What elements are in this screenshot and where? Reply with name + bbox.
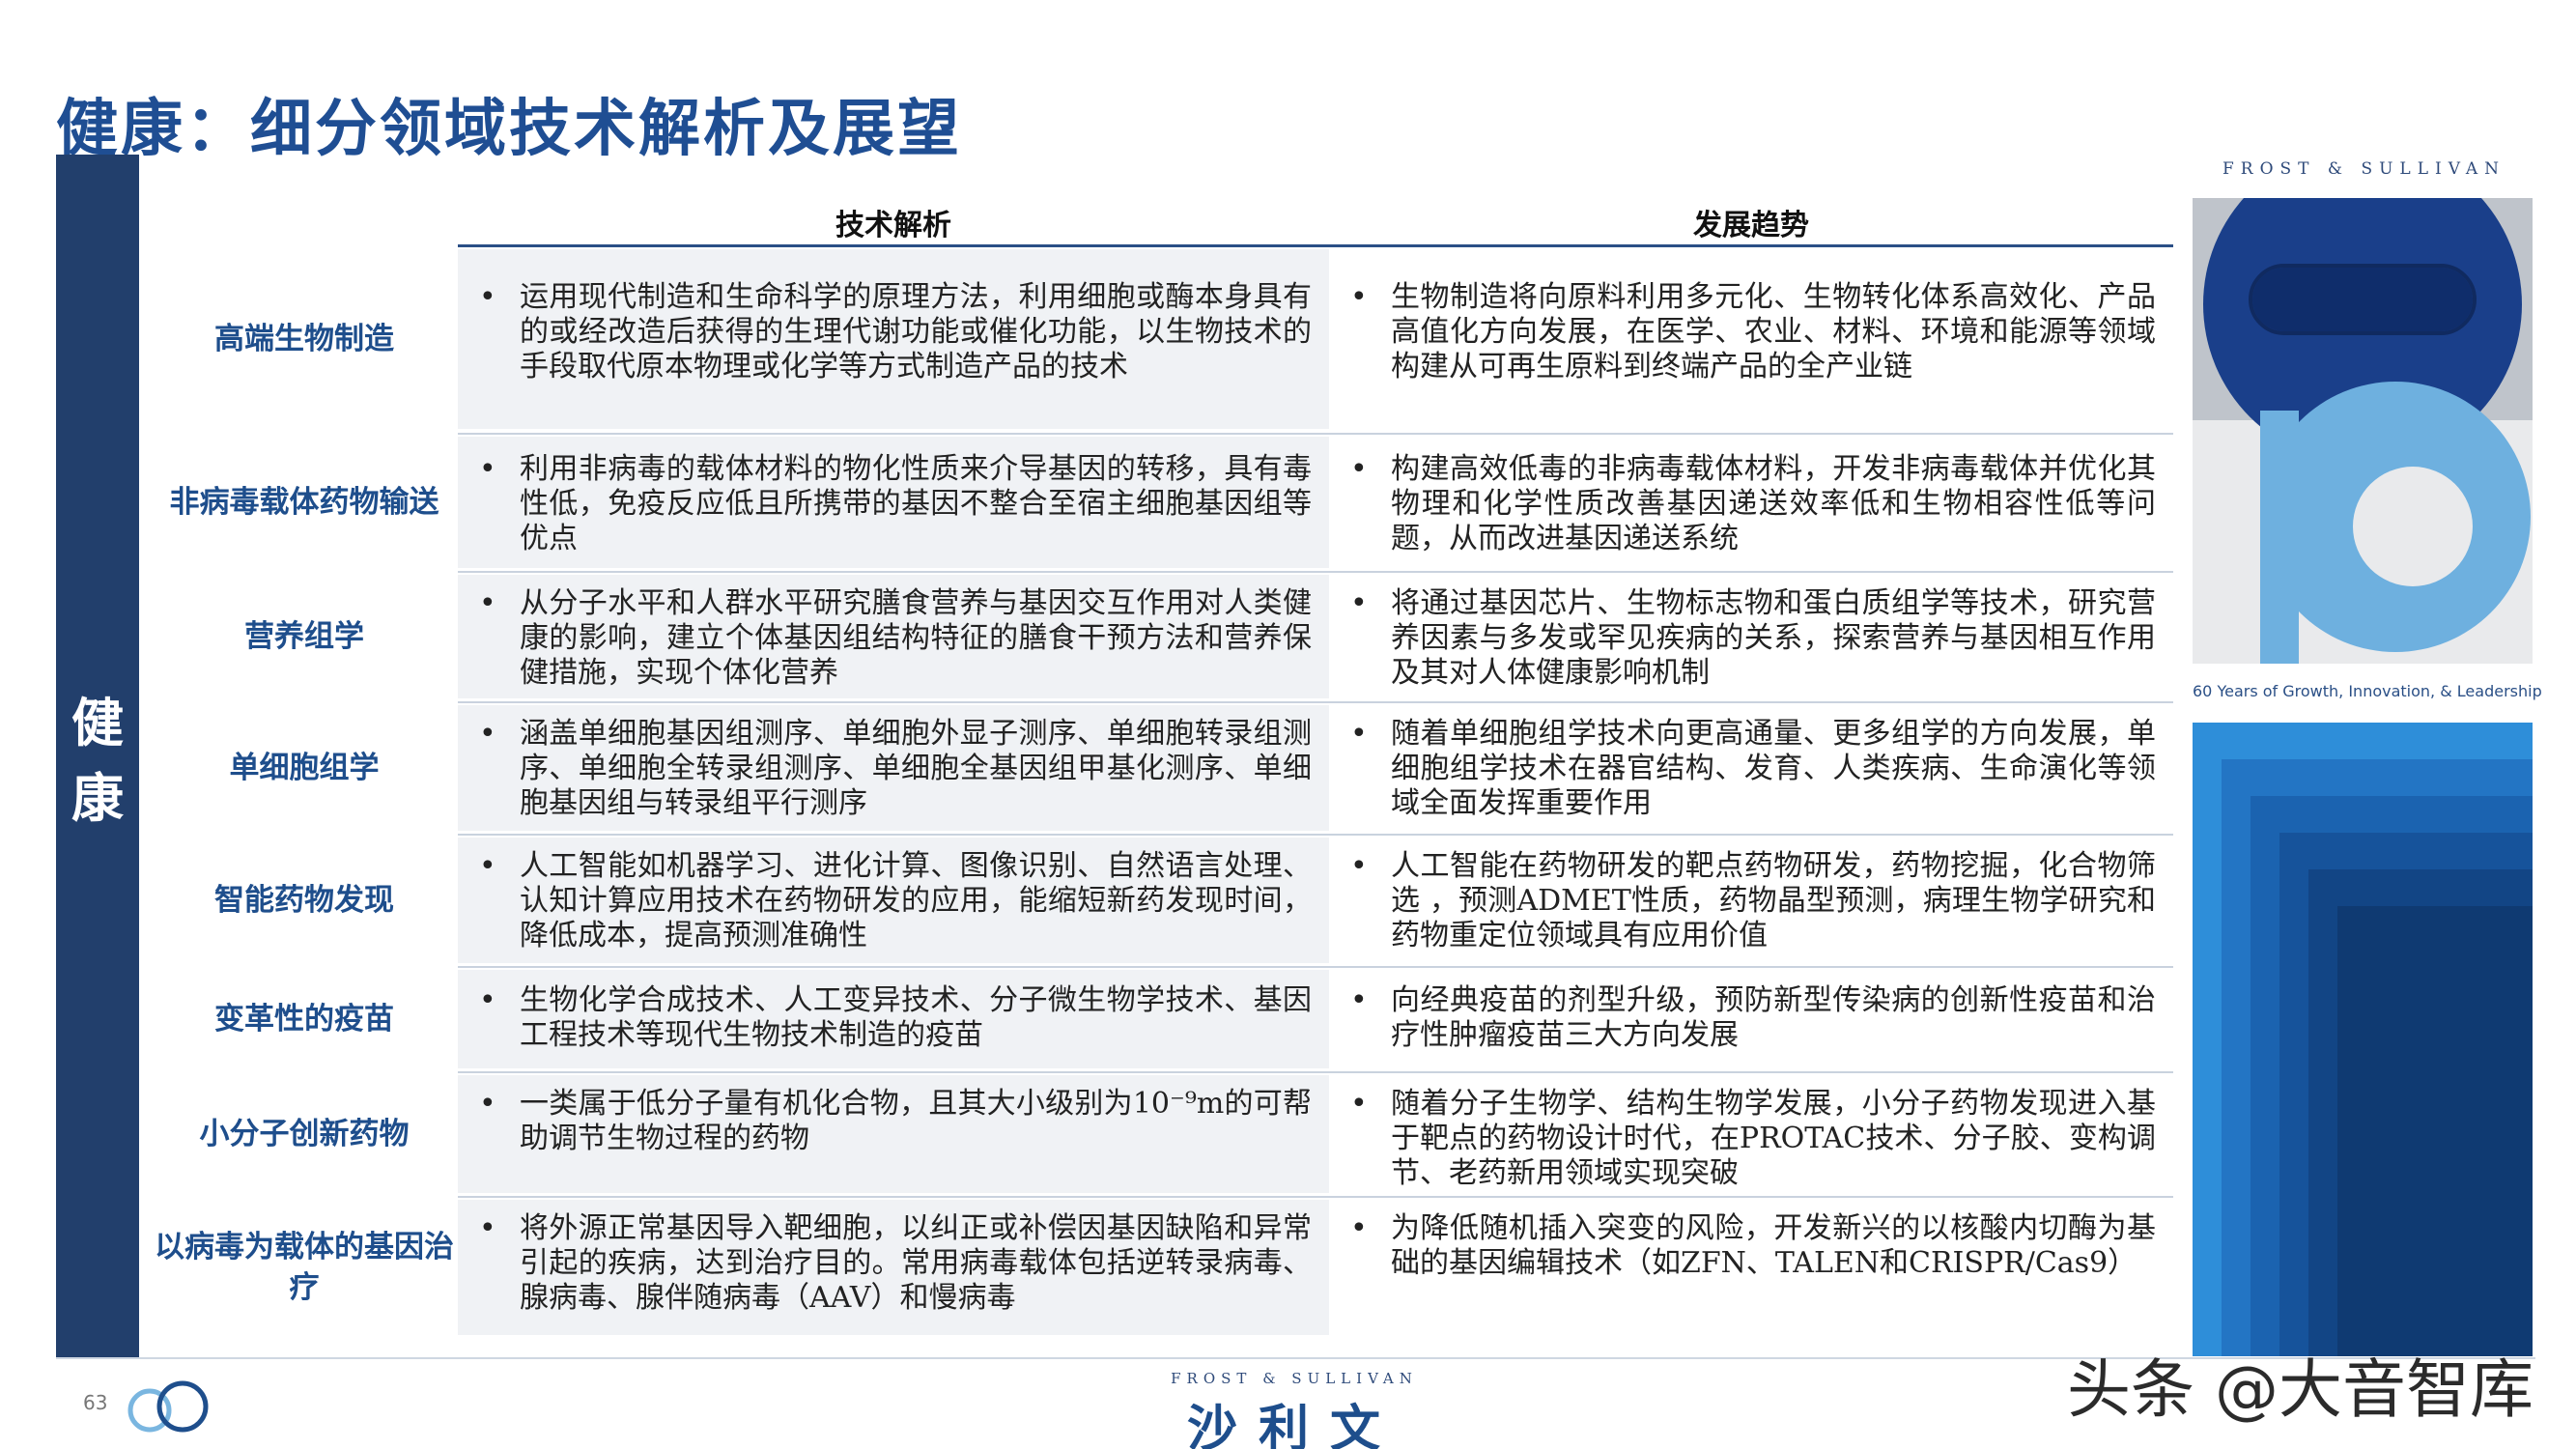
row-label: 高端生物制造 bbox=[214, 322, 394, 356]
row-divider bbox=[458, 433, 2173, 435]
table-cell-trend: • 构建高效低毒的非病毒载体材料，开发非病毒载体并优化其物理和化学性质改善基因递… bbox=[1329, 437, 2173, 568]
art-six-hole bbox=[2353, 467, 2473, 586]
table-cell-trend: • 向经典疫苗的剂型升级，预防新型传染病的创新性疫苗和治疗性肿瘤疫苗三大方向发展 bbox=[1329, 970, 2173, 1068]
cell-text: 随着单细胞组学技术向更高通量、更多组学的方向发展，单细胞组学技术在器官结构、发育… bbox=[1391, 717, 2156, 820]
cell-text: 利用非病毒的载体材料的物化性质来介导基因的转移，具有毒性低，免疫反应低且所携带的… bbox=[520, 452, 1312, 555]
bullet-icon: • bbox=[479, 849, 496, 883]
column-header-trend: 发展趋势 bbox=[1693, 209, 1809, 242]
column-header-analysis: 技术解析 bbox=[835, 209, 951, 242]
table-cell-trend: • 人工智能在药物研发的靶点药物研发，药物挖掘，化合物筛选 ，预测ADMET性质… bbox=[1329, 838, 2173, 963]
row-label: 单细胞组学 bbox=[229, 751, 380, 785]
art-six-stem bbox=[2260, 411, 2299, 664]
table-cell-analysis: • 从分子水平和人群水平研究膳食营养与基因交互作用对人类健康的影响，建立个体基因… bbox=[458, 575, 1329, 698]
row-label: 非病毒载体药物输送 bbox=[169, 485, 439, 520]
table-cell-analysis: • 运用现代制造和生命科学的原理方法，利用细胞或酶本身具有的或经改造后获得的生理… bbox=[458, 249, 1329, 429]
table-cell-analysis: • 一类属于低分子量有机化合物，且其大小级别为10⁻⁹m的可帮助调节生物过程的药… bbox=[458, 1075, 1329, 1193]
bullet-icon: • bbox=[1350, 586, 1368, 620]
bullet-icon: • bbox=[479, 1087, 496, 1121]
cell-text: 向经典疫苗的剂型升级，预防新型传染病的创新性疫苗和治疗性肿瘤疫苗三大方向发展 bbox=[1391, 983, 2156, 1052]
sidebar-label-text: 健康 bbox=[71, 693, 124, 829]
table-cell-trend: • 随着单细胞组学技术向更高通量、更多组学的方向发展，单细胞组学技术在器官结构、… bbox=[1329, 705, 2173, 831]
cell-text: 从分子水平和人群水平研究膳食营养与基因交互作用对人类健康的影响，建立个体基因组结… bbox=[520, 586, 1312, 690]
row-divider bbox=[458, 834, 2173, 836]
table-cell-trend: • 为降低随机插入突变的风险，开发新兴的以核酸内切酶为基础的基因编辑技术（如ZF… bbox=[1329, 1200, 2173, 1335]
cell-text: 生物制造将向原料利用多元化、生物转化体系高效化、产品高值化方向发展，在医学、农业… bbox=[1391, 280, 2156, 384]
cell-text: 运用现代制造和生命科学的原理方法，利用细胞或酶本身具有的或经改造后获得的生理代谢… bbox=[520, 280, 1312, 384]
row-label: 营养组学 bbox=[244, 619, 364, 654]
sixty-logo-art bbox=[2193, 198, 2533, 664]
bullet-icon: • bbox=[479, 452, 496, 486]
art-zero-inner bbox=[2252, 268, 2473, 331]
bullet-icon: • bbox=[1350, 452, 1368, 486]
bullet-icon: • bbox=[1350, 1211, 1368, 1245]
table-cell-analysis: • 利用非病毒的载体材料的物化性质来介导基因的转移，具有毒性低，免疫反应低且所携… bbox=[458, 437, 1329, 568]
sidebar-label: 健康 bbox=[56, 686, 139, 837]
frost-sullivan-wordmark: FROST & SULLIVAN bbox=[2222, 159, 2505, 179]
row-divider bbox=[458, 571, 2173, 573]
row-label: 智能药物发现 bbox=[214, 883, 394, 918]
bullet-icon: • bbox=[1350, 849, 1368, 883]
row-label: 小分子创新药物 bbox=[199, 1117, 410, 1151]
header-divider bbox=[458, 244, 2173, 247]
table-cell-trend: • 将通过基因芯片、生物标志物和蛋白质组学等技术，研究营养因素与多发或罕见疾病的… bbox=[1329, 575, 2173, 698]
row-divider bbox=[458, 1071, 2173, 1073]
cell-text: 涵盖单细胞基因组测序、单细胞外显子测序、单细胞转录组测序、单细胞全转录组测序、单… bbox=[520, 717, 1312, 820]
row-divider bbox=[458, 701, 2173, 703]
cell-text: 为降低随机插入突变的风险，开发新兴的以核酸内切酶为基础的基因编辑技术（如ZFN、… bbox=[1391, 1211, 2156, 1280]
table-cell-analysis: • 生物化学合成技术、人工变异技术、分子微生物学技术、基因工程技术等现代生物技术… bbox=[458, 970, 1329, 1068]
bullet-icon: • bbox=[479, 1211, 496, 1245]
stack-layer bbox=[2337, 906, 2533, 1356]
bullet-icon: • bbox=[1350, 983, 1368, 1017]
bullet-icon: • bbox=[479, 983, 496, 1017]
page-number: 63 bbox=[83, 1391, 108, 1414]
cell-text: 生物化学合成技术、人工变异技术、分子微生物学技术、基因工程技术等现代生物技术制造… bbox=[520, 983, 1312, 1052]
table-cell-analysis: • 涵盖单细胞基因组测序、单细胞外显子测序、单细胞转录组测序、单细胞全转录组测序… bbox=[458, 705, 1329, 831]
table-cell-trend: • 生物制造将向原料利用多元化、生物转化体系高效化、产品高值化方向发展，在医学、… bbox=[1329, 249, 2173, 429]
bullet-icon: • bbox=[1350, 717, 1368, 751]
row-label: 变革性的疫苗 bbox=[214, 1002, 394, 1037]
row-label: 以病毒为载体的基因治疗 bbox=[155, 1230, 454, 1305]
bullet-icon: • bbox=[479, 280, 496, 314]
cell-text: 一类属于低分子量有机化合物，且其大小级别为10⁻⁹m的可帮助调节生物过程的药物 bbox=[520, 1087, 1312, 1155]
blue-gradient-stack bbox=[2193, 723, 2533, 1356]
watermark-text: 头条 @大音智库 bbox=[2067, 1352, 2534, 1427]
cell-text: 随着分子生物学、结构生物学发展，小分子药物发现进入基于靶点的药物设计时代，在PR… bbox=[1391, 1087, 2156, 1190]
footer-frost-sullivan-wordmark: FROST & SULLIVAN bbox=[1171, 1370, 1418, 1387]
cell-text: 人工智能如机器学习、进化计算、图像识别、自然语言处理、认知计算应用技术在药物研发… bbox=[520, 849, 1312, 952]
row-divider bbox=[458, 1196, 2173, 1198]
bullet-icon: • bbox=[1350, 1087, 1368, 1121]
table-cell-analysis: • 将外源正常基因导入靶细胞，以纠正或补偿因基因缺陷和异常引起的疾病，达到治疗目… bbox=[458, 1200, 1329, 1335]
cell-text: 将通过基因芯片、生物标志物和蛋白质组学等技术，研究营养因素与多发或罕见疾病的关系… bbox=[1391, 586, 2156, 690]
cell-text: 构建高效低毒的非病毒载体材料，开发非病毒载体并优化其物理和化学性质改善基因递送效… bbox=[1391, 452, 2156, 555]
bullet-icon: • bbox=[479, 717, 496, 751]
bullet-icon: • bbox=[479, 586, 496, 620]
page-title: 健康：细分领域技术解析及展望 bbox=[56, 94, 962, 165]
table-cell-trend: • 随着分子生物学、结构生物学发展，小分子药物发现进入基于靶点的药物设计时代，在… bbox=[1329, 1075, 2173, 1193]
row-divider bbox=[458, 966, 2173, 968]
cell-text: 将外源正常基因导入靶细胞，以纠正或补偿因基因缺陷和异常引起的疾病，达到治疗目的。… bbox=[520, 1211, 1312, 1315]
bullet-icon: • bbox=[1350, 280, 1368, 314]
tagline-text: 60 Years of Growth, Innovation, & Leader… bbox=[2193, 682, 2542, 700]
footer-brand-cn: 沙利文 bbox=[1186, 1401, 1401, 1449]
table-cell-analysis: • 人工智能如机器学习、进化计算、图像识别、自然语言处理、认知计算应用技术在药物… bbox=[458, 838, 1329, 963]
sixty-anniversary-icon bbox=[127, 1380, 209, 1433]
cell-text: 人工智能在药物研发的靶点药物研发，药物挖掘，化合物筛选 ，预测ADMET性质，药… bbox=[1391, 849, 2156, 952]
